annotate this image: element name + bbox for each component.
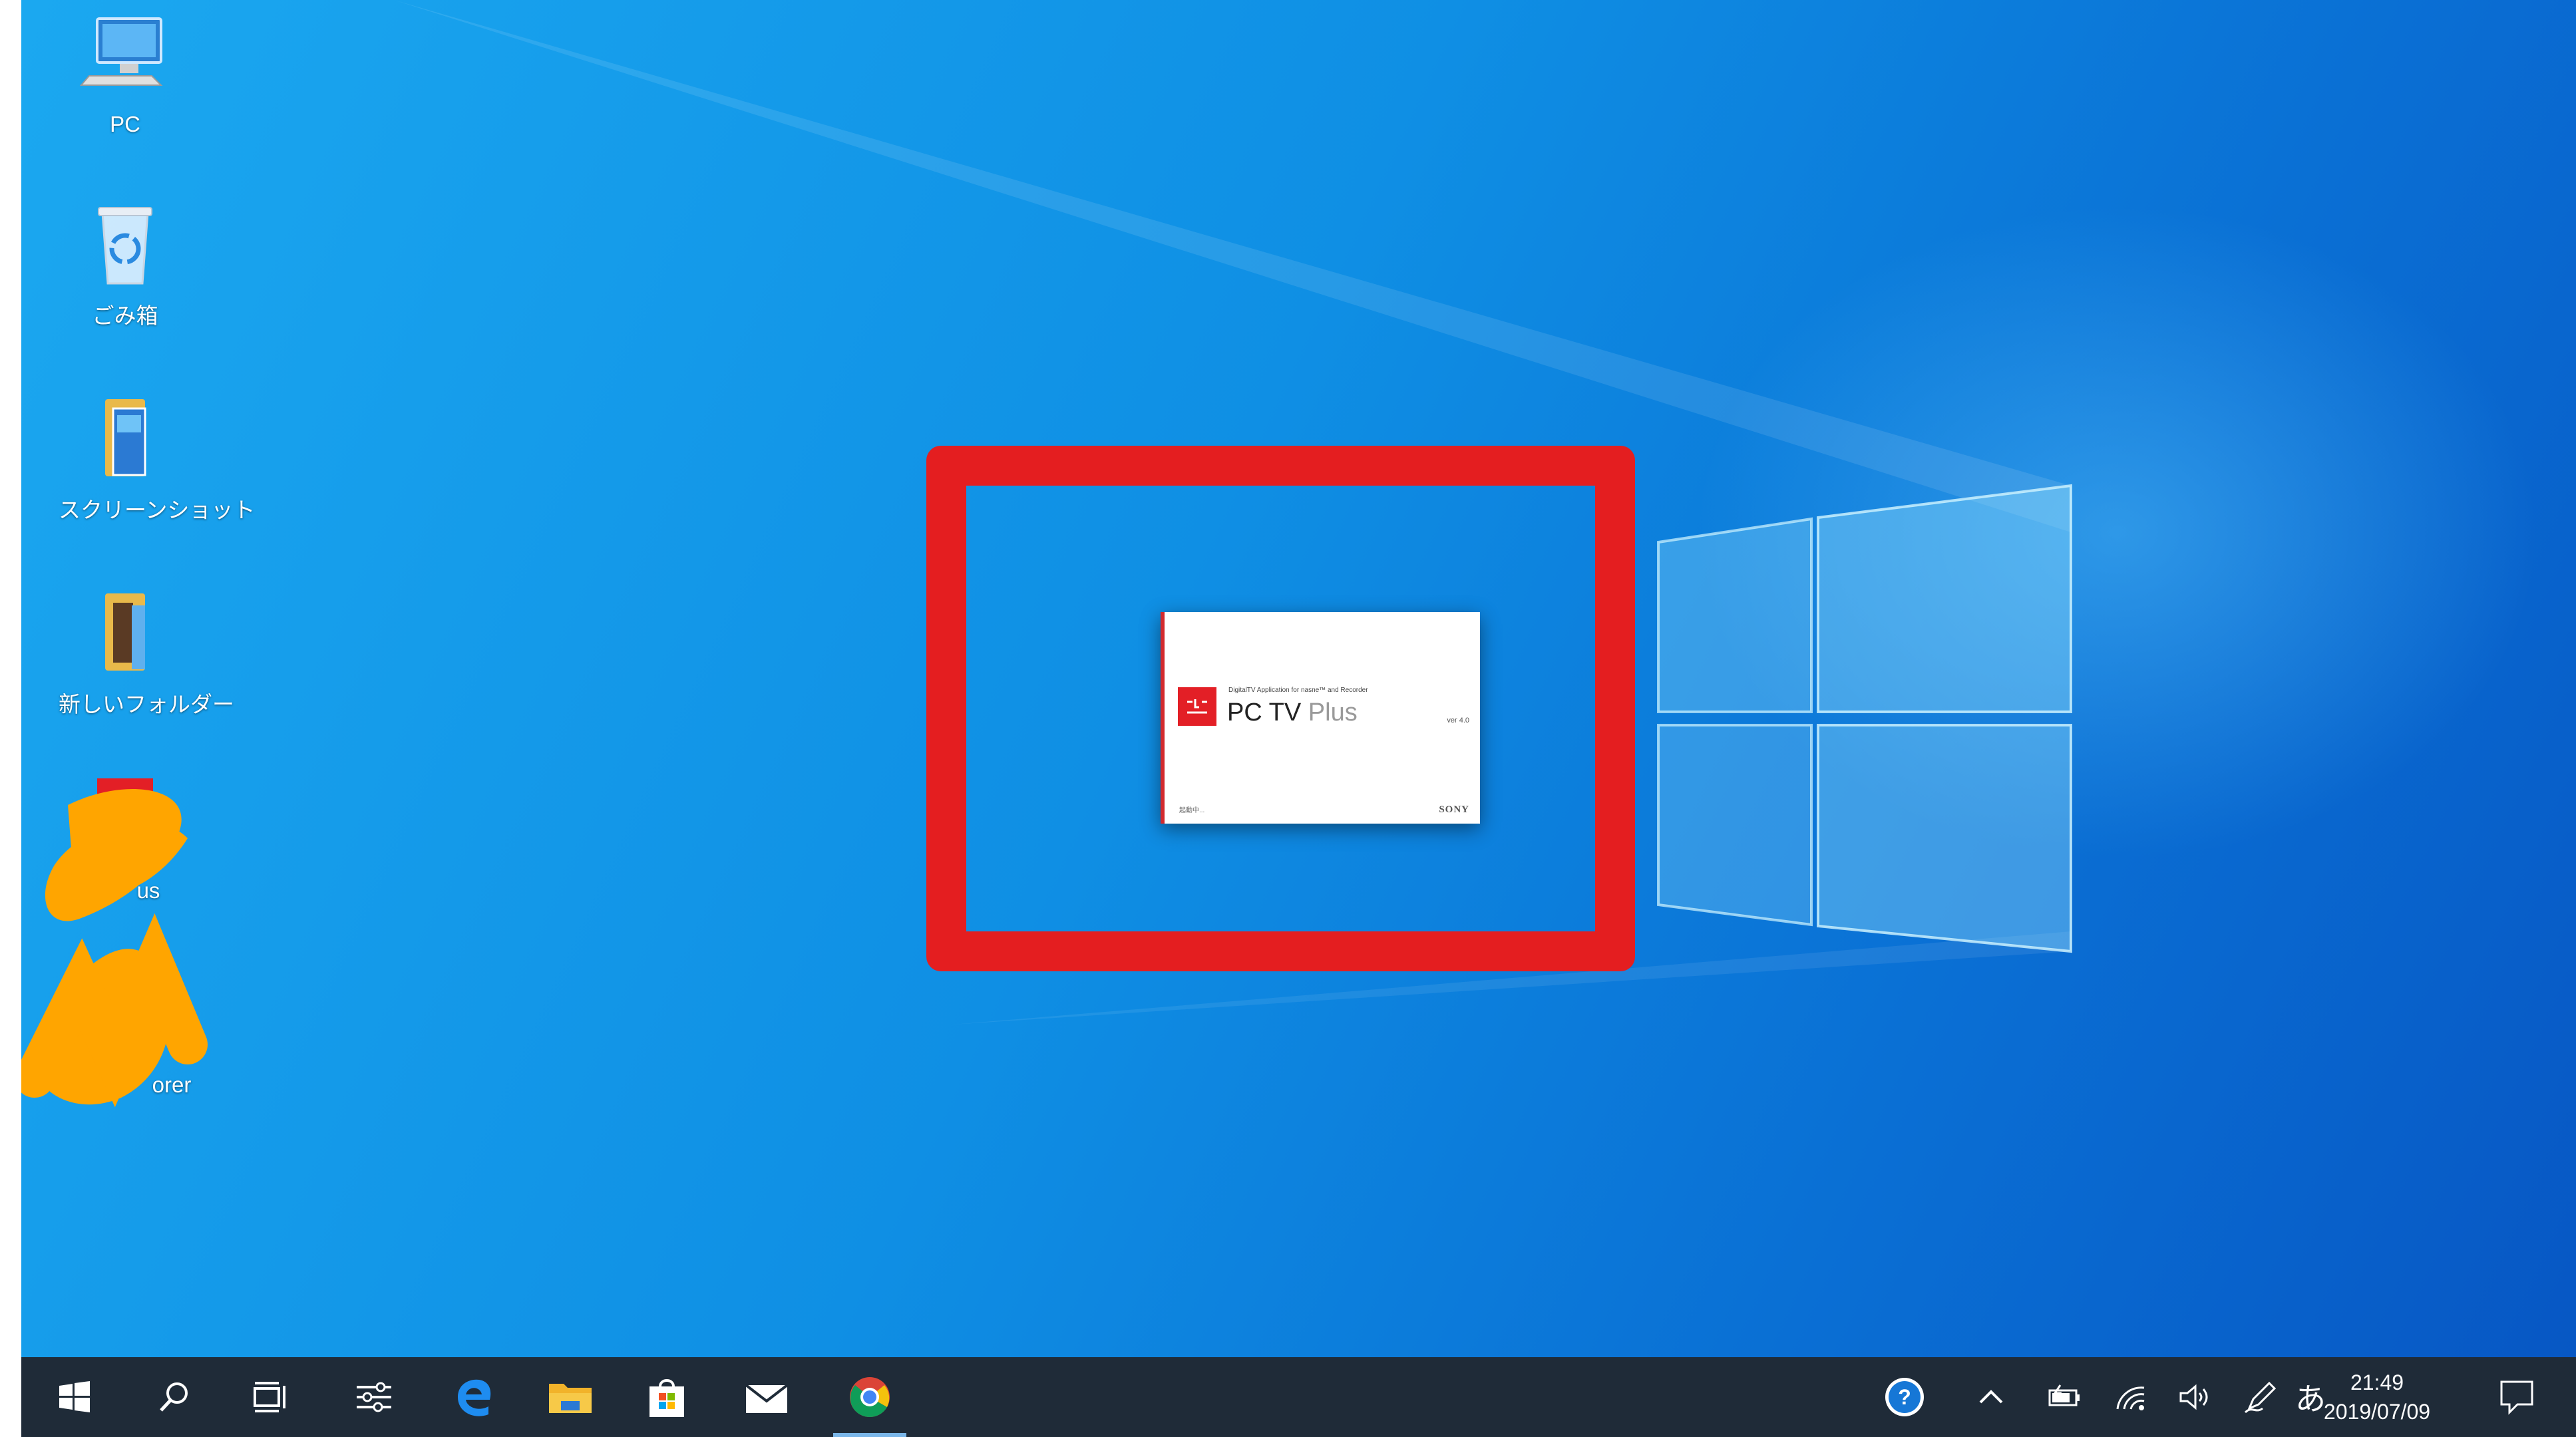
folder-icon [79, 393, 172, 486]
pctv-logo-icon [1178, 687, 1216, 726]
desktop-icon-pc[interactable]: PC [59, 12, 192, 137]
action-center-button[interactable] [2484, 1357, 2550, 1437]
pen-workspace-button[interactable] [2234, 1357, 2287, 1437]
computer-icon [79, 12, 172, 105]
taskbar: ? あ 21:49 2019/07/09 [21, 1357, 2576, 1437]
notification-icon [2500, 1380, 2533, 1415]
volume-tray-button[interactable] [2167, 1357, 2221, 1437]
store-icon [649, 1379, 684, 1417]
folder-icon [79, 587, 172, 680]
taskbar-store[interactable] [634, 1357, 700, 1437]
splash-title: PC TV Plus [1227, 699, 1358, 727]
start-icon [59, 1381, 90, 1412]
desktop-icon-label: スクリーンショット [59, 498, 256, 522]
taskbar-edge[interactable] [441, 1357, 507, 1437]
recycle-bin-icon [79, 198, 172, 291]
start-button[interactable] [41, 1357, 108, 1437]
splash-tagline: DigitalTV Application for nasne™ and Rec… [1228, 687, 1368, 694]
settings-app-icon [357, 1382, 391, 1412]
battery-icon [2048, 1384, 2080, 1406]
clock-date: 2019/07/09 [2323, 1400, 2431, 1424]
desktop-icon-new-folder[interactable]: 新しいフォルダー [59, 587, 234, 718]
splash-title-accent: Plus [1301, 699, 1358, 726]
windows-logo-light [1657, 484, 2072, 953]
taskbar-chrome[interactable] [833, 1357, 906, 1437]
desktop-icon-screenshot-folder[interactable]: スクリーンショット [59, 393, 256, 524]
chevron-up-icon [1979, 1390, 2003, 1404]
search-button[interactable] [141, 1357, 208, 1437]
desktop-background: PC ごみ箱 スクリーンショット 新しいフォルダー us orer Digita… [21, 0, 2576, 1357]
clock-time: 21:49 [2350, 1370, 2404, 1394]
help-icon: ? [1885, 1378, 1924, 1416]
pctv-plus-splash-window: DigitalTV Application for nasne™ and Rec… [1161, 612, 1480, 824]
task-view-icon [254, 1382, 285, 1412]
task-view-button[interactable] [238, 1357, 304, 1437]
mail-icon [745, 1384, 789, 1413]
pen-icon [2244, 1381, 2277, 1414]
network-tray-button[interactable] [2104, 1357, 2157, 1437]
file-explorer-icon [549, 1384, 592, 1413]
desktop-icon-recycle-bin[interactable]: ごみ箱 [59, 198, 192, 330]
splash-status: 起動中... [1179, 807, 1205, 814]
taskbar-clock[interactable]: 21:49 2019/07/09 [2317, 1357, 2437, 1437]
volume-icon [2179, 1384, 2208, 1410]
show-hidden-icons-button[interactable] [1968, 1357, 2014, 1437]
taskbar-mail[interactable] [733, 1357, 800, 1437]
help-tray-button[interactable]: ? [1875, 1357, 1934, 1437]
desktop-icon-label: 新しいフォルダー [59, 692, 234, 717]
splash-version: ver 4.0 [1447, 717, 1469, 724]
wifi-icon [2116, 1386, 2145, 1410]
redaction-scribble [21, 789, 208, 1108]
desktop-icon-label: PC [110, 112, 140, 136]
taskbar-file-explorer[interactable] [537, 1357, 604, 1437]
desktop-icon-label: ごみ箱 [92, 303, 158, 328]
taskbar-settings-app[interactable] [341, 1357, 407, 1437]
chrome-icon [850, 1377, 890, 1418]
search-icon [160, 1382, 188, 1412]
edge-icon [458, 1379, 491, 1416]
sony-brand: SONY [1439, 804, 1469, 815]
battery-tray-button[interactable] [2038, 1357, 2091, 1437]
svg-text:?: ? [1898, 1385, 1911, 1409]
splash-title-main: PC TV [1227, 699, 1302, 726]
